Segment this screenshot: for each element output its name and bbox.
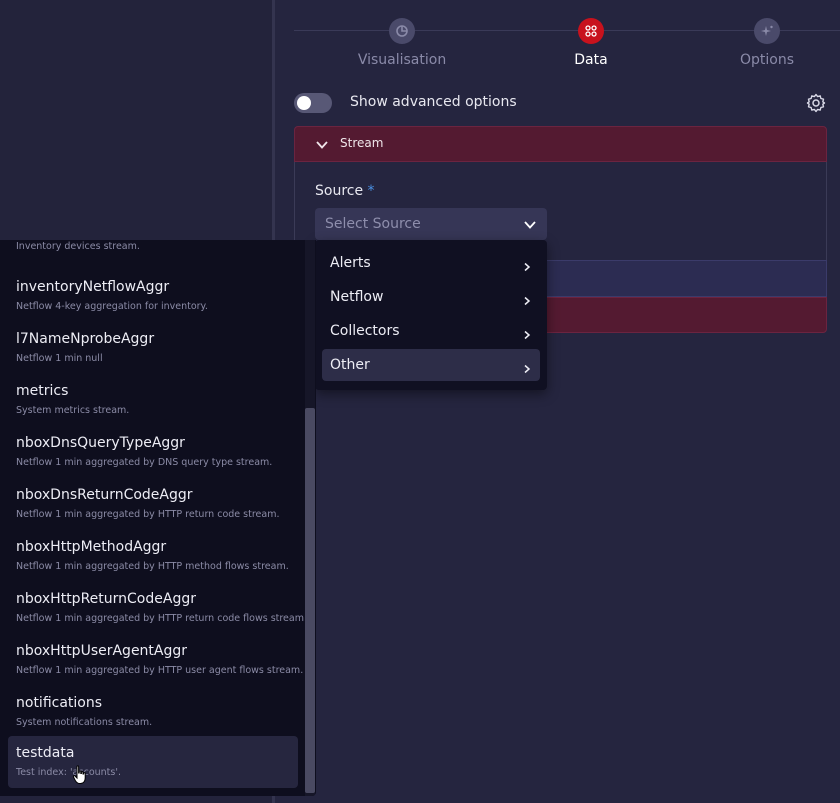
stream-name: nboxHttpReturnCodeAggr <box>16 591 196 607</box>
step-data[interactable]: Data <box>521 18 661 68</box>
source-label: Source * <box>315 183 375 199</box>
scrollbar-thumb[interactable] <box>305 408 315 793</box>
list-item-selected[interactable]: testdata Test index: 'accounts'. <box>8 736 298 788</box>
chevron-right-icon <box>522 359 532 378</box>
stream-section-header[interactable]: Stream <box>294 126 827 162</box>
menu-item-label: Collectors <box>330 323 400 339</box>
stream-name: notifications <box>16 695 103 711</box>
stream-name: inventoryNetflowAggr <box>16 279 170 295</box>
menu-item-other[interactable]: Other <box>322 349 540 381</box>
stream-name: nboxDnsReturnCodeAggr <box>16 487 193 503</box>
list-item[interactable]: nboxHttpUserAgentAggr Netflow 1 min aggr… <box>8 634 303 686</box>
step-label: Options <box>739 52 795 68</box>
stream-description: Inventory devices stream. <box>16 241 140 252</box>
chevron-down-icon <box>523 217 537 236</box>
list-item[interactable]: nboxDnsReturnCodeAggr Netflow 1 min aggr… <box>8 478 298 530</box>
chart-pie-icon <box>389 18 415 44</box>
chevron-down-icon <box>315 137 329 156</box>
stream-name: metrics <box>16 383 69 399</box>
wizard-stepper: Visualisation Data Options <box>294 14 840 74</box>
stream-name: l7NameNprobeAggr <box>16 331 155 347</box>
stream-description: Netflow 1 min aggregated by HTTP method … <box>16 561 289 572</box>
stream-description: System metrics stream. <box>16 405 130 416</box>
advanced-options-toggle[interactable] <box>294 93 332 113</box>
toggle-knob <box>297 96 311 110</box>
menu-item-label: Netflow <box>330 289 384 305</box>
advanced-options-label: Show advanced options <box>350 94 517 110</box>
stream-name: nboxHttpMethodAggr <box>16 539 167 555</box>
required-mark: * <box>367 183 375 199</box>
source-label-text: Source <box>315 183 364 199</box>
list-item[interactable]: nboxHttpReturnCodeAggr Netflow 1 min agg… <box>8 582 307 634</box>
menu-item-netflow[interactable]: Netflow <box>322 281 540 313</box>
chevron-right-icon <box>522 325 532 344</box>
advanced-options-row: Show advanced options <box>294 91 827 115</box>
list-item[interactable]: metrics System metrics stream. <box>8 374 298 426</box>
sparkle-icon <box>754 18 780 44</box>
source-select[interactable]: Select Source <box>315 208 547 240</box>
list-item[interactable]: nboxDnsQueryTypeAggr Netflow 1 min aggre… <box>8 426 298 478</box>
stream-description: Netflow 1 min null <box>16 353 103 364</box>
source-select-placeholder: Select Source <box>325 216 421 232</box>
stream-description: Netflow 1 min aggregated by HTTP return … <box>16 509 280 520</box>
chevron-right-icon <box>522 257 532 276</box>
stream-name: nboxHttpUserAgentAggr <box>16 643 188 659</box>
step-visualisation[interactable]: Visualisation <box>332 18 472 68</box>
hand-cursor-icon <box>72 765 88 789</box>
chevron-right-icon <box>522 291 532 310</box>
stream-description: Test index: 'accounts'. <box>16 767 121 778</box>
stream-description: Netflow 4-key aggregation for inventory. <box>16 301 208 312</box>
data-nodes-icon <box>578 18 604 44</box>
stream-description: Netflow 1 min aggregated by HTTP return … <box>16 613 308 624</box>
stream-section-title: Stream <box>340 136 384 150</box>
list-item[interactable]: inventoryNetflowAggr Netflow 4-key aggre… <box>8 270 298 322</box>
stream-name: nboxDnsQueryTypeAggr <box>16 435 185 451</box>
stream-name: testdata <box>16 745 75 761</box>
list-item[interactable]: nboxHttpMethodAggr Netflow 1 min aggrega… <box>8 530 298 582</box>
step-label: Visualisation <box>357 52 447 68</box>
menu-item-label: Alerts <box>330 255 371 271</box>
stream-description: System notifications stream. <box>16 717 153 728</box>
stream-list-menu: Inventory devices stream. inventoryNetfl… <box>0 240 316 796</box>
gear-icon[interactable] <box>805 92 827 114</box>
stream-description: Netflow 1 min aggregated by HTTP user ag… <box>16 665 304 676</box>
menu-item-label: Other <box>330 357 370 373</box>
source-category-menu: Alerts Netflow Collectors Other <box>315 240 547 390</box>
stream-description: Netflow 1 min aggregated by DNS query ty… <box>16 457 273 468</box>
menu-item-alerts[interactable]: Alerts <box>322 247 540 279</box>
step-label: Data <box>574 52 608 68</box>
menu-item-collectors[interactable]: Collectors <box>322 315 540 347</box>
list-item[interactable]: notifications System notifications strea… <box>8 686 298 738</box>
list-item[interactable]: l7NameNprobeAggr Netflow 1 min null <box>8 322 298 374</box>
step-options[interactable]: Options <box>697 18 837 68</box>
